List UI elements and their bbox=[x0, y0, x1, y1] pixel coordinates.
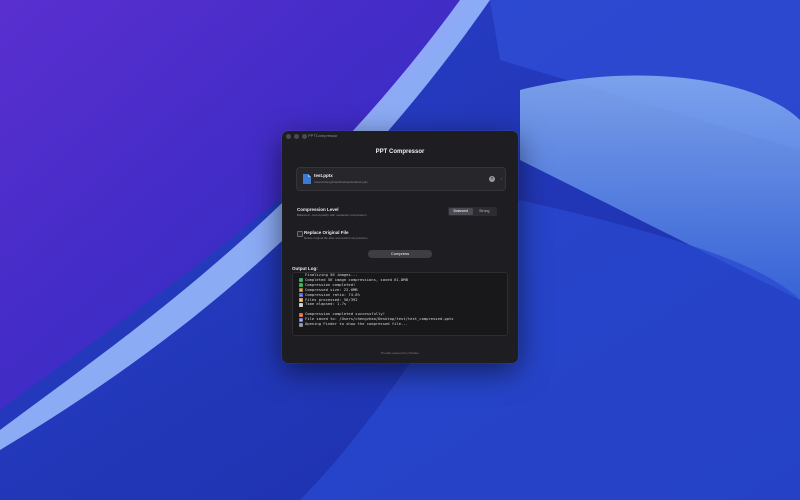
selected-file-card[interactable]: test.pptx /Users/chengzhao/Desktop/test/… bbox=[296, 167, 506, 191]
window-controls bbox=[286, 134, 307, 139]
app-window: PPTCompressor PPT Compressor test.pptx /… bbox=[282, 131, 518, 363]
compression-level-description: Balanced - Good quality with moderate co… bbox=[297, 213, 367, 217]
file-path: /Users/chengzhao/Desktop/test/test.pptx bbox=[314, 180, 368, 184]
segment-balanced[interactable]: Balanced bbox=[449, 208, 473, 215]
log-line: ◷ Time elapsed: 1.7s bbox=[299, 301, 347, 307]
close-window-button[interactable] bbox=[286, 134, 291, 139]
page-title: PPT Compressor bbox=[375, 149, 425, 155]
remove-file-button[interactable]: × bbox=[489, 176, 495, 182]
log-line: ⌕ Opening Finder to show the compressed f… bbox=[299, 321, 408, 327]
chevron-right-icon: › bbox=[500, 176, 502, 181]
compression-level-label: Compression Level bbox=[297, 207, 339, 212]
replace-original-description: Delete original file after successful co… bbox=[304, 236, 368, 240]
segment-strong[interactable]: Strong bbox=[473, 208, 497, 215]
window-title: PPTCompressor bbox=[308, 133, 338, 138]
compression-level-picker: Balanced Strong bbox=[448, 207, 497, 216]
replace-original-label[interactable]: Replace Original File bbox=[304, 230, 349, 235]
output-log-label: Output Log: bbox=[292, 266, 318, 271]
search-icon: ⌕ bbox=[299, 322, 303, 327]
output-log[interactable]: Finalizing 56 images... ✓ Completed 56 ima… bbox=[292, 272, 508, 336]
title-bar[interactable]: PPTCompressor bbox=[282, 131, 518, 143]
file-name: test.pptx bbox=[314, 173, 333, 178]
replace-original-checkbox[interactable] bbox=[297, 231, 303, 237]
log-line-text: Time elapsed: 1.7s bbox=[305, 301, 347, 307]
zoom-window-button[interactable] bbox=[302, 134, 307, 139]
footer-credit: Proudly powered by Charles bbox=[381, 351, 419, 355]
minimize-window-button[interactable] bbox=[294, 134, 299, 139]
log-line-text: Opening Finder to show the compressed fi… bbox=[305, 321, 408, 326]
compress-button[interactable]: Compress bbox=[368, 250, 432, 258]
document-icon bbox=[303, 174, 311, 184]
